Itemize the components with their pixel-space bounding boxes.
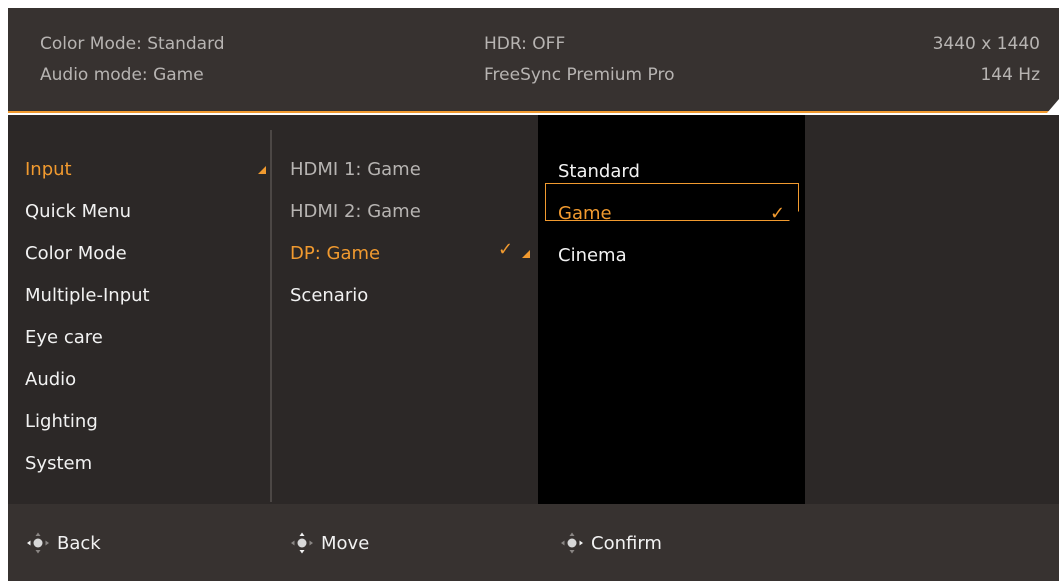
confirm-label: Confirm <box>591 532 662 554</box>
move-hint[interactable]: Move <box>289 531 369 555</box>
main-menu-item-audio[interactable]: Audio <box>25 369 76 390</box>
refresh-rate-status: 144 Hz <box>980 65 1040 85</box>
sub-menu-item-hdmi1[interactable]: HDMI 1: Game <box>290 159 421 180</box>
joystick-icon <box>25 531 51 555</box>
option-cinema[interactable]: Cinema <box>558 245 627 266</box>
freesync-status: FreeSync Premium Pro <box>484 65 675 85</box>
control-hints-bar: Back Move Confirm <box>8 504 1059 581</box>
audio-mode-status: Audio mode: Game <box>40 65 204 85</box>
checkmark-icon: ✓ <box>770 203 786 224</box>
osd-menu: Color Mode: Standard Audio mode: Game HD… <box>8 8 1059 581</box>
submenu-indicator-icon <box>258 166 266 174</box>
submenu-indicator-icon <box>522 250 530 258</box>
main-menu-item-lighting[interactable]: Lighting <box>25 411 98 432</box>
status-header: Color Mode: Standard Audio mode: Game HD… <box>8 8 1059 113</box>
sub-menu-item-scenario[interactable]: Scenario <box>290 285 368 306</box>
option-standard[interactable]: Standard <box>558 161 640 182</box>
menu-body: Input Quick Menu Color Mode Multiple-Inp… <box>8 115 1059 504</box>
header-corner-notch <box>1047 99 1059 113</box>
resolution-status: 3440 x 1440 <box>932 34 1040 54</box>
joystick-icon <box>289 531 315 555</box>
option-list: Standard Game ✓ Cinema <box>538 115 805 504</box>
selection-corner-notch <box>789 211 799 221</box>
checkmark-icon: ✓ <box>498 239 514 260</box>
main-menu-item-multiple-input[interactable]: Multiple-Input <box>25 285 150 306</box>
option-game[interactable]: Game <box>558 203 612 224</box>
hdr-status: HDR: OFF <box>484 34 566 54</box>
back-hint[interactable]: Back <box>25 531 101 555</box>
confirm-hint[interactable]: Confirm <box>559 531 662 555</box>
main-menu-item-quick-menu[interactable]: Quick Menu <box>25 201 131 222</box>
main-menu-item-system[interactable]: System <box>25 453 92 474</box>
move-label: Move <box>321 532 370 554</box>
main-menu-item-color-mode[interactable]: Color Mode <box>25 243 127 264</box>
sub-menu-item-hdmi2[interactable]: HDMI 2: Game <box>290 201 421 222</box>
main-menu-item-eye-care[interactable]: Eye care <box>25 327 103 348</box>
main-menu-item-input[interactable]: Input <box>25 159 72 180</box>
joystick-icon <box>559 531 585 555</box>
column-divider <box>270 130 272 502</box>
sub-menu-item-dp[interactable]: DP: Game <box>290 243 380 264</box>
back-label: Back <box>57 532 101 554</box>
color-mode-status: Color Mode: Standard <box>40 34 225 54</box>
